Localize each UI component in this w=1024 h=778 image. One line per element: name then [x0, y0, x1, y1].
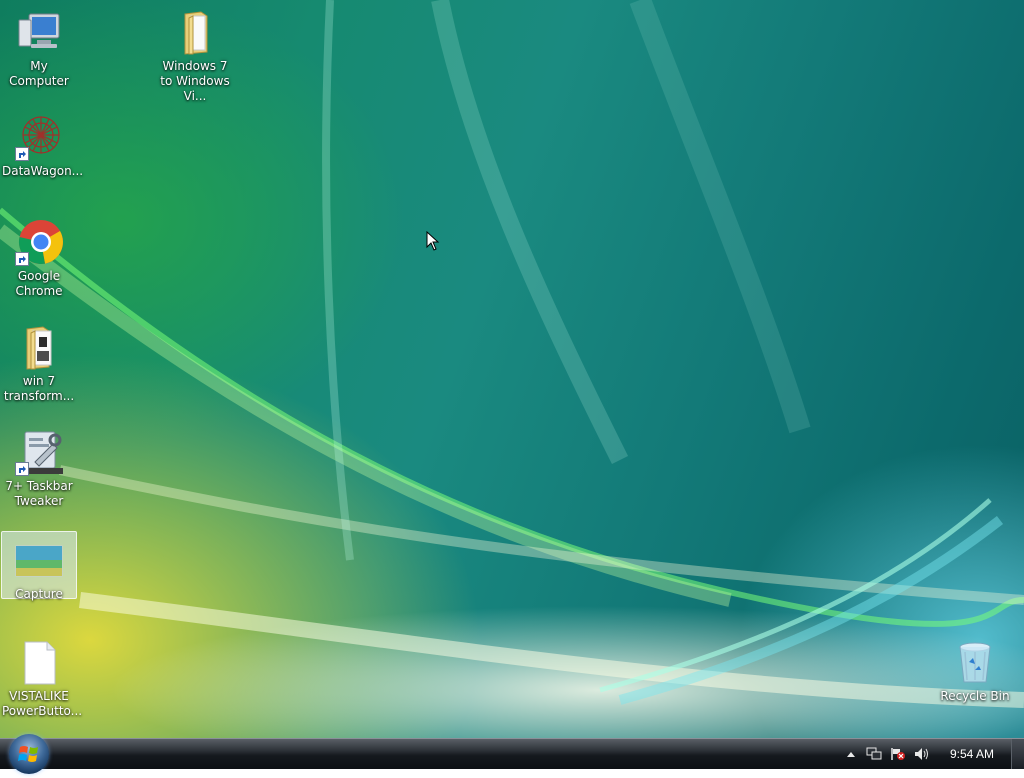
shortcut-arrow-icon — [15, 252, 29, 266]
shortcut-arrow-icon — [15, 147, 29, 161]
chrome-icon — [15, 218, 63, 266]
datawagon-icon — [15, 113, 63, 161]
folder-icon — [15, 323, 63, 371]
desktop-icon-label: Capture — [15, 587, 63, 601]
desktop-icon-label: VISTALIKE PowerButto... — [2, 689, 83, 718]
desktop-icon-capture[interactable]: Capture — [1, 531, 77, 601]
volume-icon[interactable] — [914, 747, 930, 761]
wallpaper-streaks — [0, 0, 1024, 708]
folder-icon — [171, 8, 219, 56]
desktop-icon-recycle-bin[interactable]: Recycle Bin — [937, 634, 1013, 704]
desktop-icon-my-computer[interactable]: My Computer — [1, 4, 77, 88]
taskbar-tweaker-icon — [15, 428, 63, 476]
blank-file-icon — [15, 638, 63, 686]
desktop-icon-google-chrome[interactable]: Google Chrome — [1, 214, 77, 298]
desktop-icon-vistalike-powerbutton[interactable]: VISTALIKE PowerButto... — [1, 634, 83, 718]
desktop[interactable]: My Computer Windows 7 to Windows Vi... D… — [0, 0, 1024, 738]
computer-icon — [15, 8, 63, 56]
desktop-icon-label: win 7 transform... — [3, 374, 75, 403]
desktop-icon-datawagon[interactable]: DataWagon... — [1, 109, 84, 179]
show-desktop-button[interactable] — [1011, 739, 1024, 769]
windows-orb-icon — [18, 746, 38, 762]
desktop-icon-taskbar-tweaker[interactable]: 7+ Taskbar Tweaker — [1, 424, 77, 508]
recycle-bin-icon — [951, 638, 999, 686]
desktop-icon-label: My Computer — [9, 59, 69, 88]
mouse-cursor-icon — [426, 231, 440, 251]
desktop-icon-label: Recycle Bin — [940, 689, 1010, 703]
desktop-icon-windows7-to-vista-folder[interactable]: Windows 7 to Windows Vi... — [157, 4, 233, 103]
system-tray: 9:54 AM — [824, 739, 1024, 769]
desktop-icon-label: 7+ Taskbar Tweaker — [5, 479, 73, 508]
shortcut-arrow-icon — [15, 462, 29, 476]
clock[interactable]: 9:54 AM — [950, 747, 994, 761]
start-button[interactable] — [9, 734, 49, 774]
show-hidden-icons-arrow[interactable] — [846, 750, 856, 758]
desktop-icon-label: DataWagon... — [2, 164, 84, 178]
desktop-icon-win7-transform-folder[interactable]: win 7 transform... — [1, 319, 77, 403]
action-center-flag-icon[interactable] — [890, 747, 906, 761]
taskbar[interactable]: 9:54 AM — [0, 734, 1024, 774]
network-icon[interactable] — [866, 747, 882, 761]
desktop-icon-label: Windows 7 to Windows Vi... — [160, 59, 230, 103]
desktop-icon-label: Google Chrome — [15, 269, 63, 298]
image-file-icon — [15, 536, 63, 584]
